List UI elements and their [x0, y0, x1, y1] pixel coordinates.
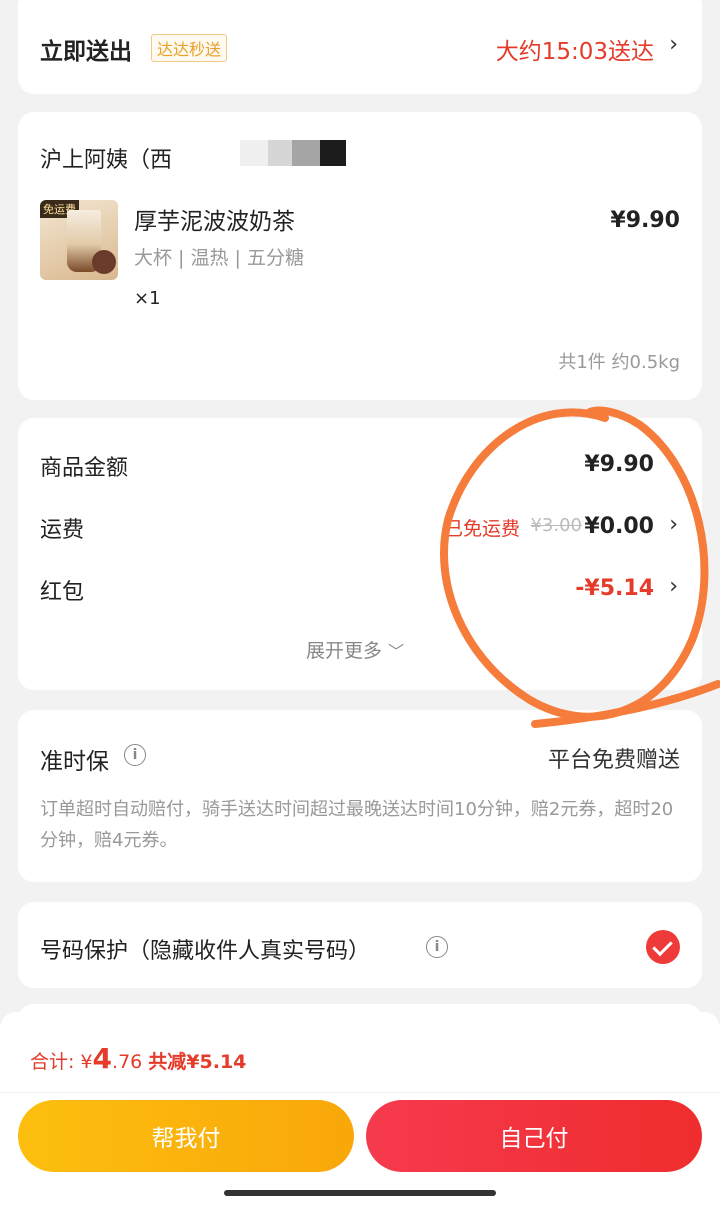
- delivery-fee-label: 运费: [40, 518, 85, 543]
- expand-more-label: 展开更多: [306, 640, 383, 662]
- goods-amount-label: 商品金额: [40, 456, 129, 481]
- chevron-right-icon[interactable]: ›: [669, 32, 678, 57]
- redpacket-value[interactable]: -¥5.14: [575, 576, 654, 601]
- delivery-badge: 达达秒送: [151, 34, 228, 62]
- goods-amount-value: ¥9.90: [584, 452, 654, 477]
- items-card: 沪上阿姨（西 免运费 厚芋泥波波奶茶 大杯 | 温热 | 五分糖 ×1 ¥9.9…: [18, 112, 702, 400]
- store-name[interactable]: 沪上阿姨（西: [40, 142, 172, 174]
- original-delivery-fee: ¥3.00: [530, 515, 582, 536]
- home-indicator: [224, 1190, 496, 1196]
- privacy-title: 号码保护（隐藏收件人真实号码）: [40, 939, 371, 964]
- order-confirm-page: 立即送出 达达秒送 大约15:03送达 › 沪上阿姨（西 免运费 厚芋泥波波奶茶…: [0, 0, 720, 1208]
- item-price: ¥9.90: [610, 208, 680, 233]
- divider: [0, 1092, 720, 1093]
- delivery-eta[interactable]: 大约15:03送达: [496, 32, 654, 66]
- help-pay-button[interactable]: 帮我付: [18, 1100, 354, 1172]
- fees-card: 商品金额 ¥9.90 运费 已免运费 ¥3.00 ¥0.00 › 红包 -¥5.…: [18, 418, 702, 690]
- info-icon[interactable]: i: [426, 936, 448, 958]
- info-icon[interactable]: i: [124, 744, 146, 766]
- masked-text: [320, 140, 346, 166]
- total-label: 合计:: [30, 1051, 75, 1073]
- guarantee-note: 平台免费赠送: [547, 748, 680, 773]
- total-amount: 合计: ¥4.76 共减¥5.14: [30, 1042, 246, 1075]
- masked-text: [292, 140, 320, 166]
- free-delivery-tag: 已免运费: [443, 518, 520, 540]
- item-thumbnail[interactable]: 免运费: [40, 200, 118, 280]
- self-pay-button[interactable]: 自己付: [366, 1100, 702, 1172]
- privacy-card: 号码保护（隐藏收件人真实号码） i: [18, 902, 702, 988]
- item-spec: 大杯 | 温热 | 五分糖: [134, 247, 304, 269]
- masked-text: [240, 140, 268, 166]
- chevron-down-icon: ﹀: [388, 642, 405, 661]
- total-discount: 共减¥5.14: [148, 1051, 247, 1073]
- redpacket-label: 红包: [40, 580, 85, 605]
- chevron-right-icon[interactable]: ›: [669, 512, 678, 537]
- item-name[interactable]: 厚芋泥波波奶茶: [134, 202, 295, 236]
- delivery-fee-value[interactable]: ¥0.00: [584, 514, 654, 539]
- total-decimal: .76: [112, 1051, 143, 1073]
- checkbox-checked-icon[interactable]: [646, 930, 680, 964]
- item-quantity: ×1: [134, 288, 161, 309]
- expand-more-link[interactable]: 展开更多 ﹀: [306, 636, 404, 663]
- guarantee-description: 订单超时自动赔付，骑手送达时间超过最晚送达时间10分钟，赔2元券，超时20分钟，…: [40, 799, 674, 851]
- total-currency: ¥: [80, 1051, 93, 1073]
- masked-text: [268, 140, 292, 166]
- bottom-bar: 合计: ¥4.76 共减¥5.14 帮我付 自己付: [0, 1012, 720, 1208]
- total-integer: 4: [92, 1042, 113, 1075]
- items-summary: 共1件 约0.5kg: [558, 352, 680, 373]
- chevron-right-icon[interactable]: ›: [669, 574, 678, 599]
- guarantee-title: 准时保: [40, 749, 109, 775]
- taro-ball-image: [92, 250, 116, 274]
- delivery-card[interactable]: 立即送出 达达秒送 大约15:03送达 ›: [18, 0, 702, 94]
- guarantee-card: 准时保 i 平台免费赠送 订单超时自动赔付，骑手送达时间超过最晚送达时间10分钟…: [18, 710, 702, 882]
- delivery-title: 立即送出: [40, 39, 132, 65]
